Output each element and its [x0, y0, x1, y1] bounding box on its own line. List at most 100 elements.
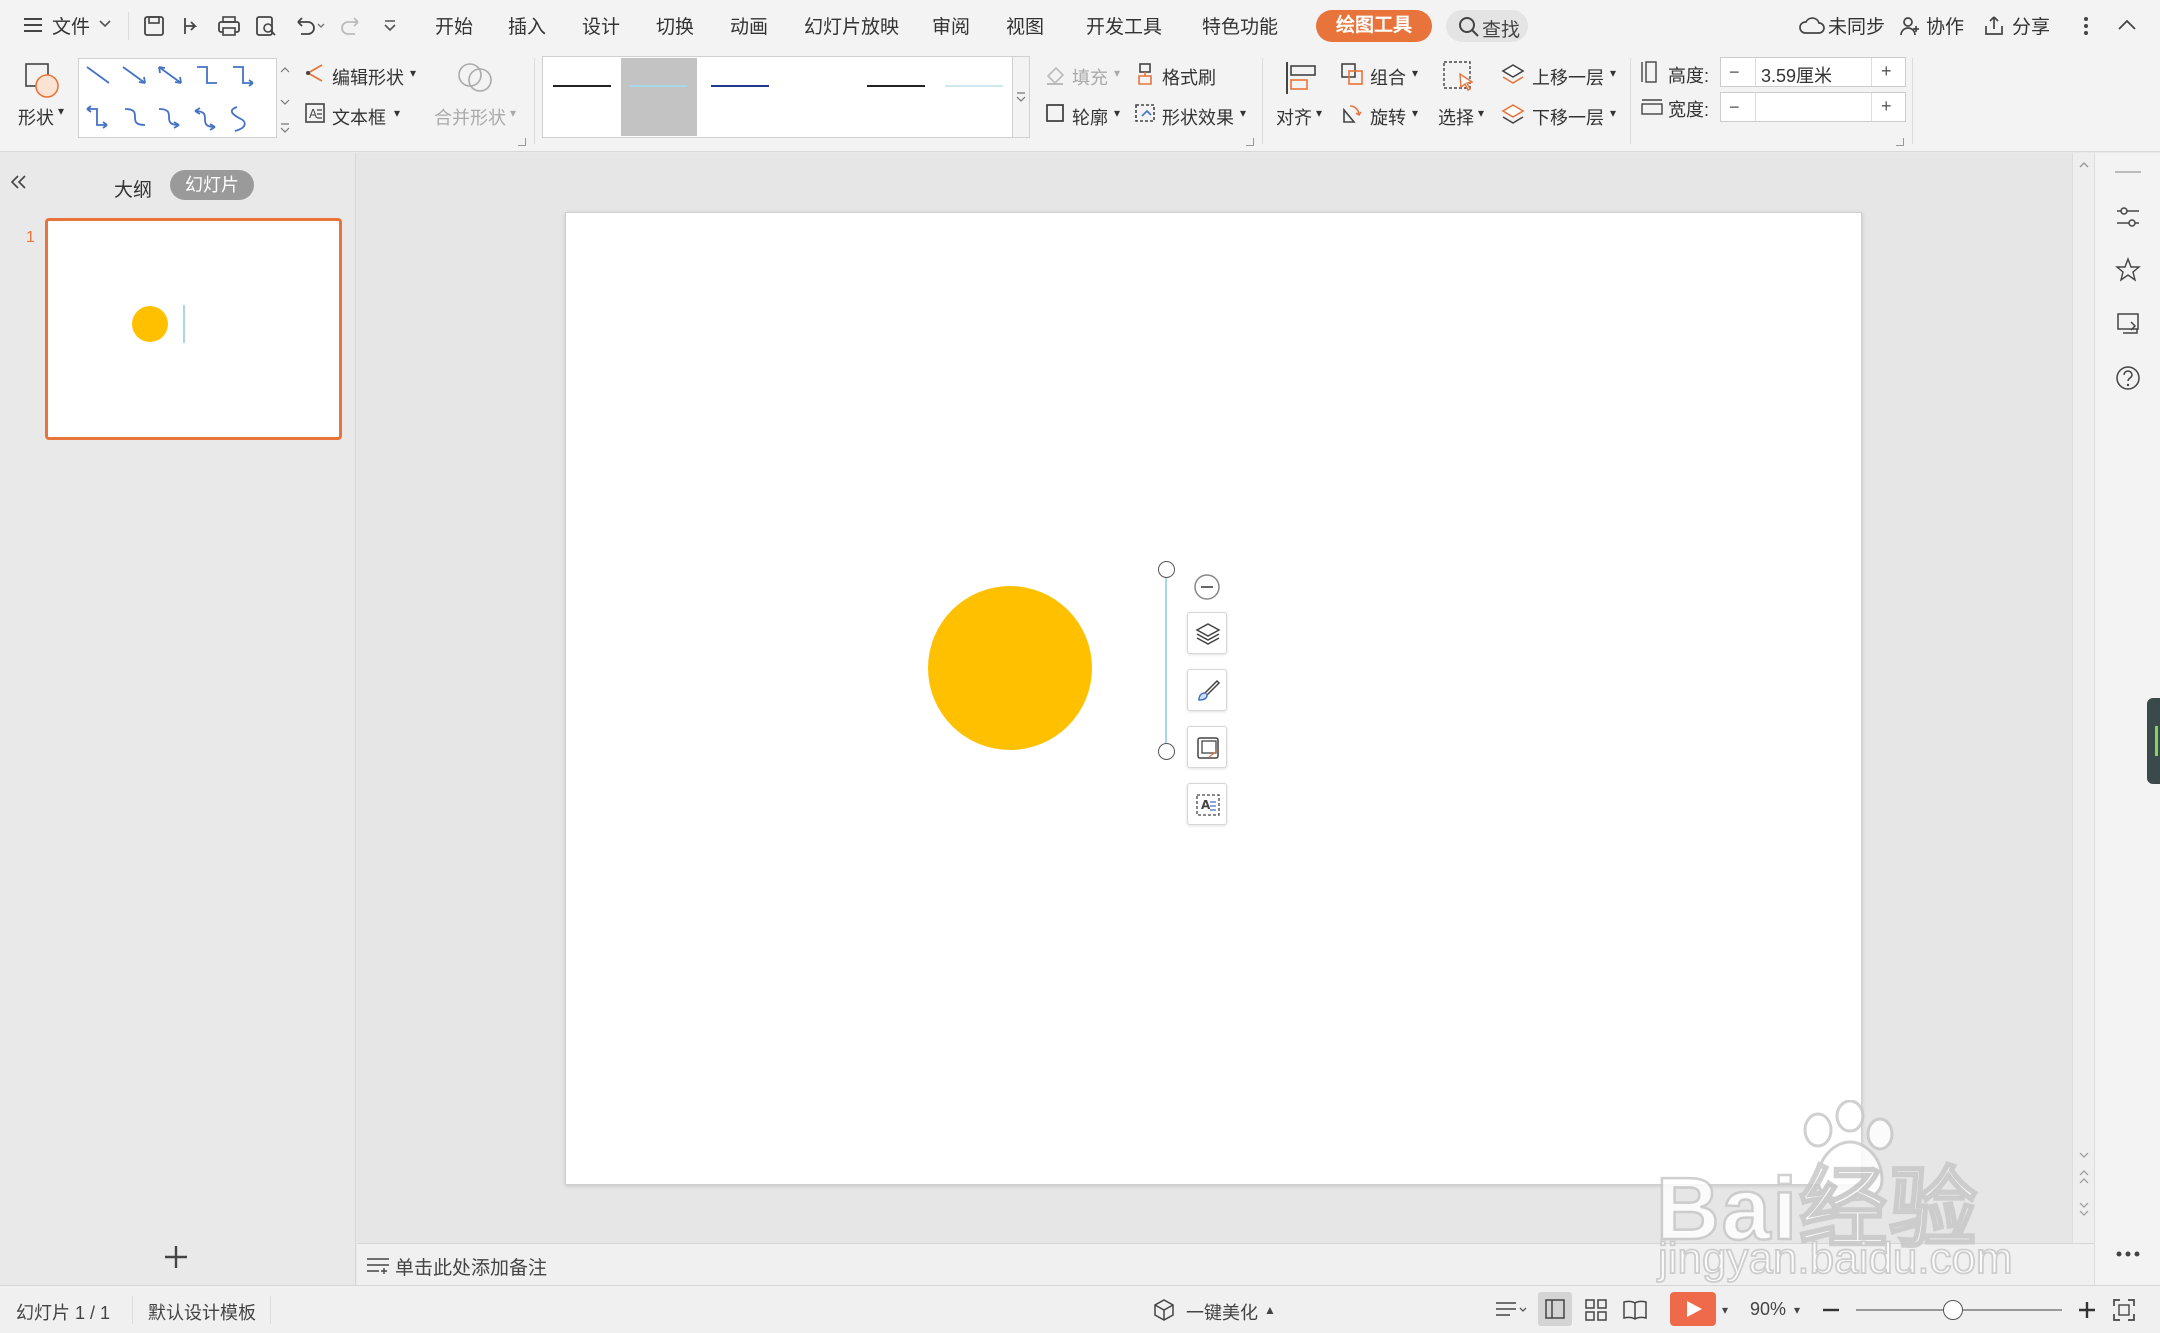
- template-name[interactable]: 默认设计模板: [148, 1299, 256, 1325]
- more-icon[interactable]: [2115, 1249, 2141, 1259]
- select-button[interactable]: 选择: [1438, 104, 1474, 130]
- share-button[interactable]: 分享: [2012, 12, 2050, 39]
- vertical-scrollbar[interactable]: [2072, 153, 2094, 1243]
- rotate-button[interactable]: 旋转: [1370, 104, 1406, 130]
- tab-special-features[interactable]: 特色功能: [1202, 12, 1278, 39]
- height-increment[interactable]: +: [1881, 61, 1892, 82]
- chevron-down-icon[interactable]: [98, 18, 112, 30]
- slide-thumbnail[interactable]: [45, 218, 342, 440]
- textbox-button[interactable]: 文本框: [332, 104, 386, 130]
- file-menu[interactable]: 文件: [52, 12, 90, 39]
- style-button[interactable]: [1187, 669, 1227, 711]
- width-decrement[interactable]: −: [1729, 97, 1740, 118]
- tab-animation[interactable]: 动画: [730, 12, 768, 39]
- shape-effect-button[interactable]: 形状效果: [1162, 104, 1234, 130]
- more-options-icon[interactable]: [2080, 14, 2092, 38]
- beautify-icon[interactable]: [1152, 1298, 1176, 1322]
- hamburger-menu-icon[interactable]: [22, 14, 44, 36]
- gallery-scroll[interactable]: [276, 58, 292, 138]
- line-style-gallery[interactable]: [542, 56, 1030, 138]
- shape-effect-icon[interactable]: [1134, 102, 1158, 124]
- circle-shape[interactable]: [928, 586, 1092, 750]
- tab-developer[interactable]: 开发工具: [1086, 12, 1162, 39]
- fill-button[interactable]: 填充: [1072, 64, 1108, 90]
- zoom-slider-thumb[interactable]: [1943, 1300, 1963, 1320]
- side-drawer-handle[interactable]: [2147, 698, 2160, 784]
- zoom-out-icon[interactable]: [1822, 1308, 1840, 1312]
- tab-outline[interactable]: 大纲: [114, 175, 152, 202]
- height-value[interactable]: 3.59厘米: [1761, 62, 1832, 88]
- tab-view[interactable]: 视图: [1006, 12, 1044, 39]
- fit-window-icon[interactable]: [2112, 1298, 2136, 1322]
- outline-button[interactable]: 轮廓: [1072, 104, 1108, 130]
- line-shape[interactable]: [1165, 569, 1167, 751]
- height-decrement[interactable]: −: [1729, 62, 1740, 83]
- slide-canvas[interactable]: A: [565, 212, 1862, 1185]
- outline-icon[interactable]: [1044, 102, 1066, 124]
- fill-icon[interactable]: [1044, 64, 1066, 86]
- collaborate-icon[interactable]: [1898, 14, 1922, 38]
- edit-shape-button[interactable]: 编辑形状: [332, 64, 404, 90]
- align-icon[interactable]: [1282, 58, 1322, 98]
- line-end-handle[interactable]: [1158, 743, 1175, 760]
- tab-insert[interactable]: 插入: [508, 12, 546, 39]
- customize-toolbar-icon[interactable]: [382, 18, 398, 34]
- merge-shape-button[interactable]: 合并形状: [434, 104, 506, 130]
- search-box[interactable]: 查找: [1446, 10, 1528, 42]
- export-icon[interactable]: [180, 14, 204, 38]
- rotate-icon[interactable]: [1340, 102, 1364, 126]
- width-increment[interactable]: +: [1881, 96, 1892, 117]
- shape-button[interactable]: 形状: [18, 104, 54, 130]
- select-icon[interactable]: [1440, 58, 1480, 98]
- add-slide-icon[interactable]: [162, 1243, 190, 1271]
- group-icon[interactable]: [1340, 62, 1364, 86]
- redo-icon[interactable]: [340, 14, 364, 38]
- collapse-panel-icon[interactable]: [8, 173, 30, 191]
- collapse-ribbon-icon[interactable]: [2116, 16, 2138, 34]
- star-icon[interactable]: [2115, 257, 2141, 283]
- dialog-launcher-icon[interactable]: [1896, 138, 1904, 146]
- reading-view-icon[interactable]: [1622, 1298, 1648, 1322]
- format-painter-button[interactable]: 格式刷: [1162, 64, 1216, 90]
- help-icon[interactable]: [2115, 365, 2141, 391]
- merge-shape-icon[interactable]: [456, 58, 494, 96]
- properties-icon[interactable]: [2115, 205, 2141, 229]
- share-icon[interactable]: [1982, 14, 2006, 38]
- tab-slides[interactable]: 幻灯片: [170, 170, 254, 200]
- group-button[interactable]: 组合: [1370, 64, 1406, 90]
- beautify-button[interactable]: 一键美化: [1186, 1299, 1258, 1325]
- zoom-level[interactable]: 90%: [1750, 1299, 1786, 1320]
- print-preview-icon[interactable]: [254, 14, 278, 38]
- collaborate-button[interactable]: 协作: [1926, 12, 1964, 39]
- format-painter-icon[interactable]: [1134, 62, 1156, 86]
- send-backward-icon[interactable]: [1500, 102, 1526, 126]
- layer-button[interactable]: [1187, 612, 1227, 654]
- shape-gallery[interactable]: [78, 58, 292, 138]
- line-start-handle[interactable]: [1158, 561, 1175, 578]
- notes-placeholder[interactable]: 单击此处添加备注: [395, 1253, 547, 1280]
- dialog-launcher-icon[interactable]: [518, 138, 526, 146]
- zoom-in-icon[interactable]: [2078, 1301, 2096, 1319]
- tab-drawing-tools[interactable]: 绘图工具: [1316, 10, 1432, 42]
- dialog-launcher-icon[interactable]: [1246, 138, 1254, 146]
- slide-sorter-icon[interactable]: [1584, 1298, 1608, 1322]
- outline-style-button[interactable]: [1187, 726, 1227, 768]
- play-slideshow-button[interactable]: [1670, 1292, 1716, 1326]
- edit-shape-icon[interactable]: [304, 62, 326, 84]
- tab-slideshow[interactable]: 幻灯片放映: [804, 12, 899, 39]
- slide-transition-icon[interactable]: [2115, 311, 2141, 337]
- minus-circle-icon[interactable]: [1193, 573, 1221, 601]
- align-button[interactable]: 对齐: [1276, 104, 1312, 130]
- send-backward-button[interactable]: 下移一层: [1532, 104, 1604, 130]
- line-gallery-scroll[interactable]: [1012, 56, 1030, 138]
- save-icon[interactable]: [142, 14, 166, 38]
- tab-home[interactable]: 开始: [435, 12, 473, 39]
- width-input[interactable]: − +: [1720, 92, 1906, 122]
- undo-icon[interactable]: [292, 14, 326, 38]
- height-input[interactable]: − 3.59厘米 +: [1720, 57, 1906, 87]
- tab-design[interactable]: 设计: [582, 12, 620, 39]
- bring-forward-button[interactable]: 上移一层: [1532, 64, 1604, 90]
- tab-transition[interactable]: 切换: [656, 12, 694, 39]
- cloud-sync-icon[interactable]: [1798, 14, 1826, 38]
- bring-forward-icon[interactable]: [1500, 62, 1526, 86]
